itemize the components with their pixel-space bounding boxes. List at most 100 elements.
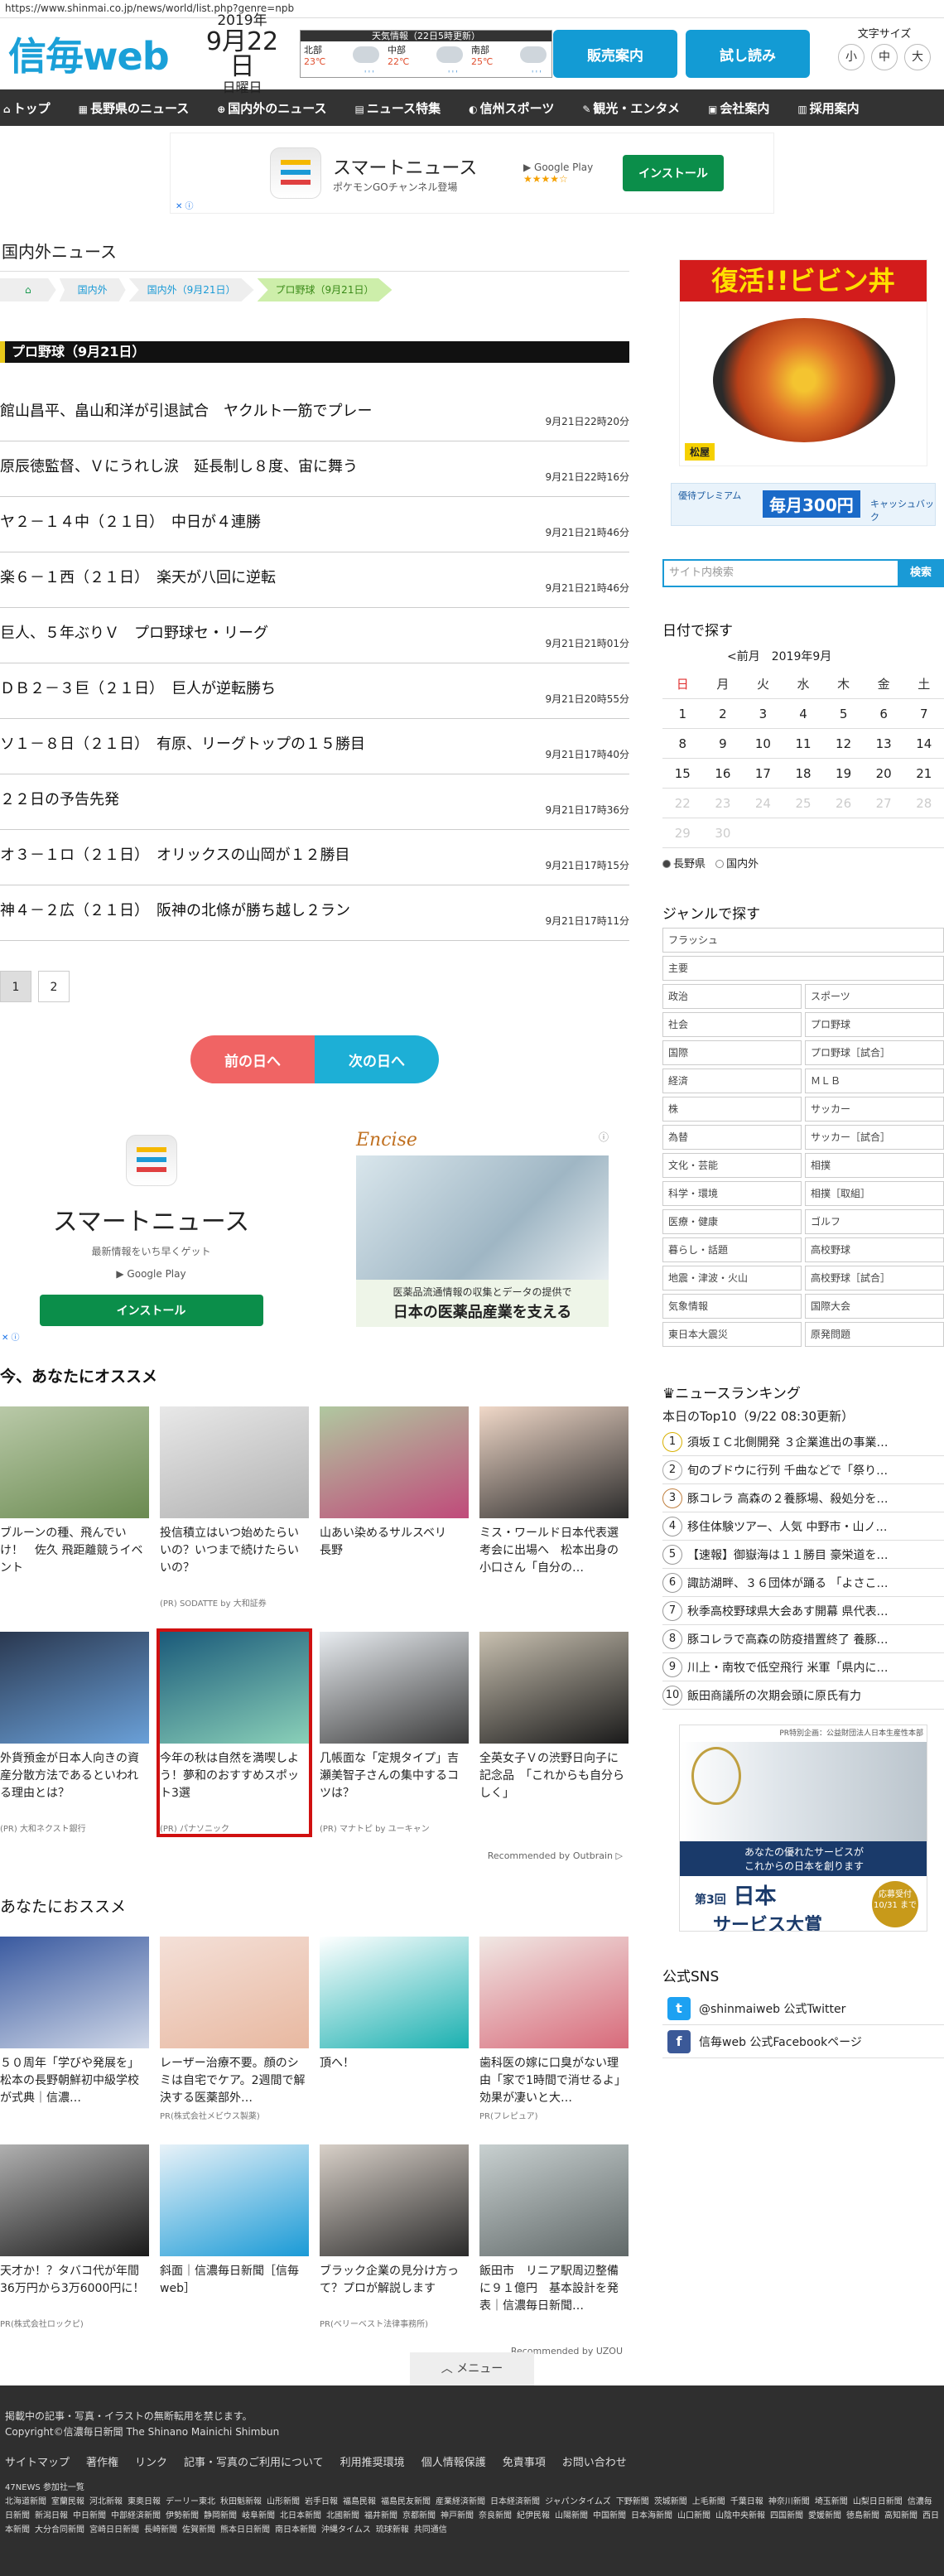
newspaper-link[interactable]: 神奈川新聞 <box>768 2497 810 2506</box>
footer-link[interactable]: 記事・写真のご利用について <box>184 2457 324 2469</box>
card-title[interactable]: ミス・ワールド日本代表選考会に出場へ 松本出身の小口さん「自分の… <box>479 1525 629 1594</box>
page-2[interactable]: 2 <box>38 971 70 1002</box>
genre-item[interactable]: 医療・健康 <box>662 1209 802 1234</box>
font-large-button[interactable]: 大 <box>904 44 931 70</box>
newspaper-link[interactable]: 岩手日報 <box>305 2497 338 2506</box>
ranking-item[interactable]: 2 旬のブドウに行列 千曲などで「祭り… <box>662 1456 944 1484</box>
newspaper-link[interactable]: 山陽新聞 <box>555 2511 588 2521</box>
card-title[interactable]: 天才か！？タバコ代が年間36万円から3万6000円に！ <box>0 2263 149 2315</box>
calendar-day[interactable]: 8 <box>662 736 703 751</box>
footer-link[interactable]: 個人情報保護 <box>421 2457 486 2469</box>
calendar-day[interactable]: 9 <box>703 736 744 751</box>
ranking-item[interactable]: 9 川上・南牧で低空飛行 米軍「県内に… <box>662 1653 944 1681</box>
ranking-item[interactable]: 1 須坂ＩＣ北側開発 ３企業進出の事業… <box>662 1428 944 1456</box>
genre-item[interactable]: 科学・環境 <box>662 1181 802 1206</box>
calendar-day[interactable]: 7 <box>903 707 944 721</box>
calendar-day[interactable]: 6 <box>864 707 904 721</box>
genre-item[interactable]: 株 <box>662 1097 802 1122</box>
newspaper-link[interactable]: 沖縄タイムス <box>321 2525 371 2535</box>
genre-item[interactable]: ＭＬＢ <box>805 1069 944 1093</box>
newspaper-link[interactable]: 山形新聞 <box>267 2497 300 2506</box>
calendar-day[interactable]: 19 <box>823 766 864 781</box>
newspaper-link[interactable]: 千葉日報 <box>730 2497 763 2506</box>
ad-choices-icon[interactable]: ✕ ⓘ <box>2 1330 20 1343</box>
recommend-card[interactable]: ミス・ワールド日本代表選考会に出場へ 松本出身の小口さん「自分の… <box>479 1406 629 1609</box>
calendar-day[interactable]: 13 <box>864 736 904 751</box>
calendar-day[interactable]: 11 <box>783 736 824 751</box>
news-title-link[interactable]: ２２日の予告先発 <box>0 788 119 809</box>
recommend-card[interactable]: 外貨預金が日本人向きの資産分散方法であるといわれる理由とは？ (PR) 大和ネクス… <box>0 1632 149 1834</box>
newspaper-link[interactable]: 日本海新聞 <box>631 2511 672 2521</box>
ranking-item[interactable]: 5 【速報】御嶽海は１１勝目 豪栄道を… <box>662 1541 944 1569</box>
newspaper-link[interactable]: ジャパンタイムズ <box>545 2497 611 2506</box>
cashback-ad[interactable]: 優待プレミアム 毎月300円 キャッシュバック <box>671 483 936 526</box>
ranking-title-link[interactable]: 【速報】御嶽海は１１勝目 豪栄道を… <box>687 1546 888 1563</box>
footer-link[interactable]: 利用推奨環境 <box>340 2457 405 2469</box>
newspaper-link[interactable]: 高知新聞 <box>884 2511 918 2521</box>
footer-link[interactable]: 免責事項 <box>503 2457 546 2469</box>
ranking-title-link[interactable]: 豚コレラ 高森の２養豚場、殺処分を… <box>687 1490 888 1507</box>
ad-info-icon[interactable]: ⓘ <box>599 1130 609 1144</box>
newspaper-link[interactable]: 南日本新聞 <box>275 2525 316 2535</box>
top-ad-banner[interactable]: スマートニュース ポケモンGOチャンネル登場 ▶ Google Play ★★★… <box>170 133 774 214</box>
card-title[interactable]: ５０周年「学びや発展を」 松本の長野朝鮮初中級学校が式典｜信濃… <box>0 2055 149 2107</box>
newspaper-link[interactable]: 埼玉新聞 <box>815 2497 848 2506</box>
calendar-day[interactable]: 12 <box>823 736 864 751</box>
font-small-button[interactable]: 小 <box>838 44 865 70</box>
ranking-title-link[interactable]: 須坂ＩＣ北側開発 ３企業進出の事業… <box>687 1434 888 1450</box>
newspaper-link[interactable]: 北日本新聞 <box>280 2511 321 2521</box>
newspaper-link[interactable]: 長崎新聞 <box>144 2525 177 2535</box>
newspaper-link[interactable]: 下野新聞 <box>616 2497 649 2506</box>
news-row[interactable]: 館山昌平、畠山和洋が引退試合 ヤクルト一筋でプレー 9月21日22時20分 <box>0 386 629 441</box>
ranking-title-link[interactable]: 川上・南牧で低空飛行 米軍「県内に… <box>687 1659 888 1676</box>
genre-item[interactable]: 主要 <box>662 956 944 981</box>
newspaper-link[interactable]: 大分合同新聞 <box>35 2525 84 2535</box>
trial-button[interactable]: 試し読み <box>686 30 810 78</box>
recommend-card[interactable]: 几帳面な「定規タイプ」吉瀬美智子さんの集中するコツは？ (PR) マナトピ by … <box>320 1632 469 1834</box>
card-title[interactable]: 投信積立はいつ始めたらいいの？いつまで続けたらいいの？ <box>160 1525 309 1594</box>
nav-item[interactable]: ◐ 信州スポーツ <box>469 99 554 117</box>
genre-item[interactable]: 政治 <box>662 984 802 1009</box>
search-button[interactable]: 検索 <box>898 559 944 587</box>
newspaper-link[interactable]: 産業経済新聞 <box>436 2497 485 2506</box>
newspaper-link[interactable]: 中国新聞 <box>593 2511 626 2521</box>
card-title[interactable]: レーザー治療不要。顔のシミは自宅でケア。2週間で解決する医薬部外… <box>160 2055 309 2107</box>
newspaper-link[interactable]: 愛媛新聞 <box>808 2511 841 2521</box>
newspaper-link[interactable]: 新潟日報 <box>35 2511 68 2521</box>
genre-item[interactable]: スポーツ <box>805 984 944 1009</box>
ranking-title-link[interactable]: 旬のブドウに行列 千曲などで「祭り… <box>687 1462 888 1479</box>
footer-link[interactable]: お問い合わせ <box>562 2457 627 2469</box>
news-title-link[interactable]: オ３－１ロ（２１日） オリックスの山岡が１２勝目 <box>0 843 349 865</box>
genre-item[interactable]: サッカー <box>805 1097 944 1122</box>
genre-item[interactable]: サッカー［試合］ <box>805 1125 944 1150</box>
ad-install-button[interactable]: インストール <box>39 1295 263 1326</box>
genre-item[interactable]: フラッシュ <box>662 928 944 953</box>
news-title-link[interactable]: 楽６－１西（２１日） 楽天が八回に逆転 <box>0 566 276 587</box>
recommend-card[interactable]: 斜面｜信濃毎日新聞［信毎web］ <box>160 2144 309 2329</box>
nav-item[interactable]: ⊕ 国内外のニュース <box>217 99 326 117</box>
calendar-day[interactable]: 2 <box>703 707 744 721</box>
genre-item[interactable]: 文化・芸能 <box>662 1153 802 1178</box>
prev-day-button[interactable]: 前の日へ <box>190 1035 315 1083</box>
newspaper-link[interactable]: 河北新報 <box>89 2497 123 2506</box>
genre-item[interactable]: 東日本大震災 <box>662 1322 802 1347</box>
card-title[interactable]: 山あい染めるサルスベリ 長野 <box>320 1525 469 1594</box>
calendar-day[interactable]: 18 <box>783 766 824 781</box>
newspaper-link[interactable]: 琉球新報 <box>376 2525 409 2535</box>
newspaper-link[interactable]: 北國新聞 <box>326 2511 359 2521</box>
calendar-day[interactable]: 16 <box>703 766 744 781</box>
ad-install-button[interactable]: インストール <box>623 155 724 191</box>
calendar-day[interactable]: 15 <box>662 766 703 781</box>
newspaper-link[interactable]: 紀伊民報 <box>517 2511 550 2521</box>
news-title-link[interactable]: 館山昌平、畠山和洋が引退試合 ヤクルト一筋でプレー <box>0 399 372 421</box>
calendar-day[interactable]: 20 <box>864 766 904 781</box>
genre-item[interactable]: 高校野球 <box>805 1237 944 1262</box>
search-input[interactable]: サイト内検索 <box>662 559 898 587</box>
newspaper-link[interactable]: 共同通信 <box>414 2525 447 2535</box>
calendar-header[interactable]: <前月 2019年9月 <box>727 648 944 664</box>
genre-item[interactable]: 相撲 <box>805 1153 944 1178</box>
nav-item[interactable]: ▦ 長野県のニュース <box>79 99 190 117</box>
news-title-link[interactable]: ヤ２－１４中（２１日） 中日が４連勝 <box>0 510 261 532</box>
news-row[interactable]: 巨人、５年ぶりＶ プロ野球セ・リーグ 9月21日21時01分 <box>0 608 629 663</box>
calendar-day[interactable]: 21 <box>903 766 944 781</box>
